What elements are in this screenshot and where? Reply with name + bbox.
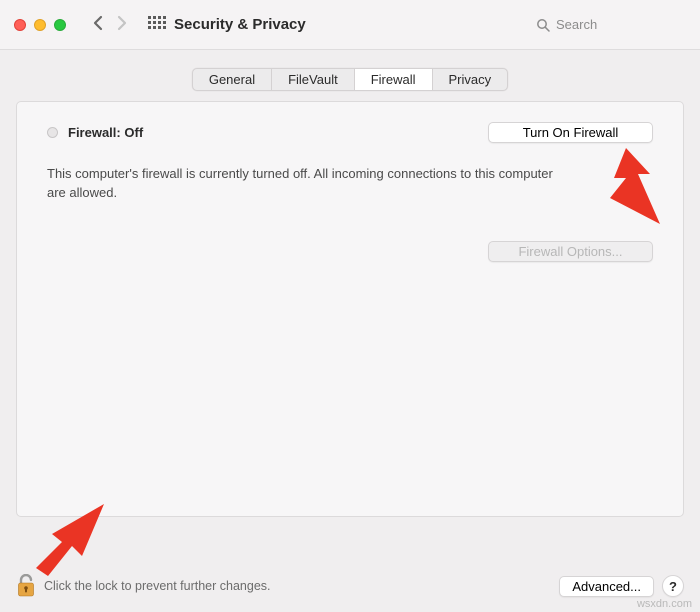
window-title: Security & Privacy: [174, 16, 306, 33]
watermark-text: wsxdn.com: [637, 598, 692, 610]
help-button[interactable]: ?: [662, 575, 684, 597]
firewall-status-indicator: [47, 127, 58, 138]
turn-on-firewall-button[interactable]: Turn On Firewall: [488, 122, 653, 143]
close-window-button[interactable]: [14, 19, 26, 31]
content-panel: Firewall: Off Turn On Firewall This comp…: [16, 101, 684, 517]
search-icon: [536, 18, 550, 32]
firewall-status-label: Firewall: Off: [68, 125, 143, 140]
annotation-arrow-icon: [28, 498, 108, 576]
toolbar: Security & Privacy Search: [0, 0, 700, 50]
advanced-button[interactable]: Advanced...: [559, 576, 654, 597]
show-all-grid-icon[interactable]: [148, 16, 166, 34]
firewall-description: This computer's firewall is currently tu…: [47, 165, 567, 203]
zoom-window-button[interactable]: [54, 19, 66, 31]
minimize-window-button[interactable]: [34, 19, 46, 31]
back-button[interactable]: [86, 15, 110, 35]
forward-button[interactable]: [110, 15, 134, 35]
tab-bar: General FileVault Firewall Privacy: [0, 50, 700, 101]
search-field[interactable]: Search: [536, 17, 686, 32]
tab-filevault[interactable]: FileVault: [272, 69, 355, 90]
search-placeholder: Search: [556, 17, 597, 32]
tab-firewall[interactable]: Firewall: [355, 69, 433, 90]
tab-general[interactable]: General: [193, 69, 272, 90]
tab-privacy[interactable]: Privacy: [433, 69, 508, 90]
firewall-options-button: Firewall Options...: [488, 241, 653, 262]
lock-hint-text: Click the lock to prevent further change…: [44, 579, 271, 593]
window-controls: [14, 19, 66, 31]
annotation-arrow-icon: [590, 148, 670, 232]
lock-icon[interactable]: [16, 574, 36, 598]
